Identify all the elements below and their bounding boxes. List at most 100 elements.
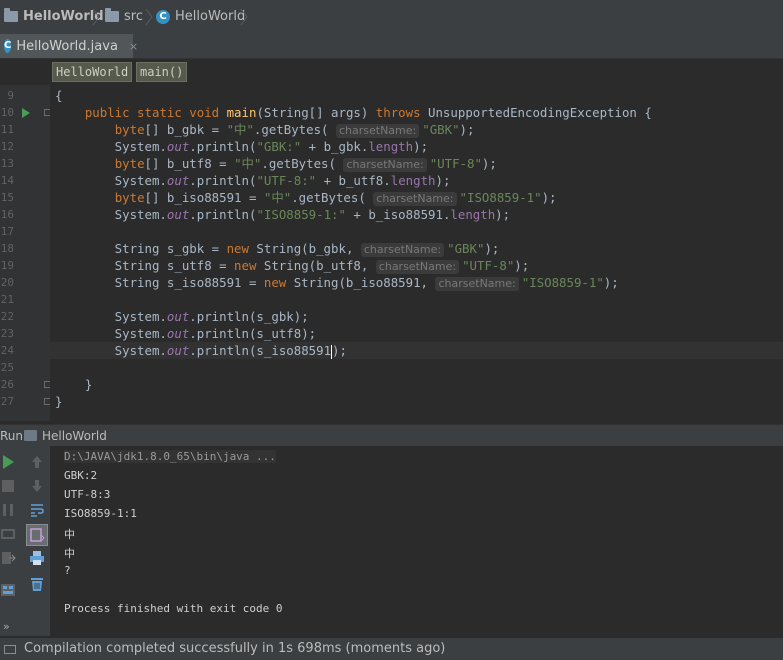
clear-all-icon[interactable] (29, 576, 45, 592)
code-line[interactable]: System.out.println(s_iso88591); (55, 342, 347, 359)
console-line: D:\JAVA\jdk1.8.0_65\bin\java ... (64, 450, 276, 463)
close-icon[interactable]: × (129, 40, 138, 53)
code-token: String s_utf8 = (55, 258, 235, 273)
folder-icon (4, 8, 18, 22)
scroll-to-end-button[interactable] (26, 524, 48, 546)
line-number: 14 (0, 174, 14, 187)
class-icon: C (4, 39, 12, 53)
code-token: "ISO8859-1:" (256, 207, 346, 222)
code-token: String s_iso88591 = (55, 275, 264, 290)
code-token: String(b_iso88591, (293, 275, 436, 290)
code-line[interactable]: { (55, 87, 62, 104)
code-token: byte (114, 122, 145, 137)
layout-icon[interactable] (0, 582, 16, 598)
code-line[interactable]: System.out.println(s_utf8); (55, 325, 316, 342)
stop-icon[interactable] (0, 478, 16, 494)
tab-helloworld-java[interactable]: C HelloWorld.java × (0, 34, 138, 58)
line-number: 21 (0, 293, 14, 306)
code-line[interactable]: System.out.println("ISO8859-1:" + b_iso8… (55, 206, 510, 223)
dump-threads-icon[interactable] (0, 526, 16, 542)
code-token: .println(s_gbk); (189, 309, 309, 324)
editor-gutter: 9 10 11 12 13 14 15 16 17 18 19 20 21 22 23 24 25 26 27 (0, 85, 51, 421)
code-token: out (166, 139, 190, 154)
code-line[interactable]: String s_iso88591 = new String(b_iso8859… (55, 274, 619, 291)
console-line: UTF-8:3 (64, 488, 111, 501)
code-token: ); (495, 207, 511, 222)
code-line[interactable]: String s_utf8 = new String(b_utf8, chars… (55, 257, 529, 274)
exit-icon[interactable] (0, 550, 16, 566)
code-token: ); (514, 258, 530, 273)
code-token: out (166, 173, 190, 188)
code-line[interactable]: System.out.println(s_gbk); (55, 308, 309, 325)
line-number: 10 (0, 106, 14, 119)
line-number: 27 (0, 395, 14, 408)
code-token: .println( (189, 207, 257, 222)
code-token: "UTF-8" (462, 258, 515, 273)
run-config-icon (24, 430, 37, 441)
chevron-right-icon (145, 8, 153, 26)
breadcrumb-label: src (124, 9, 143, 24)
editor-breadcrumbs: HelloWorld main() (0, 59, 783, 85)
print-icon[interactable] (29, 550, 45, 566)
line-number: 19 (0, 259, 14, 272)
breadcrumb-class[interactable]: C HelloWorld (156, 9, 245, 24)
code-line[interactable]: byte[] b_gbk = "中".getBytes( charsetName… (55, 121, 474, 138)
code-token: new (234, 258, 264, 273)
code-token: } (55, 377, 93, 392)
code-token: (String[] args) (256, 105, 376, 120)
code-token: new (226, 241, 257, 256)
breadcrumb-project[interactable]: HelloWorld (4, 8, 104, 24)
parameter-hint: charsetName: (343, 158, 427, 172)
editor-crumb-method[interactable]: main() (136, 62, 188, 82)
more-icon[interactable]: » (3, 620, 10, 633)
code-token: + b_utf8. (316, 173, 391, 188)
code-line[interactable]: public static void main(String[] args) t… (55, 104, 652, 121)
code-token: System. (55, 173, 167, 188)
line-number: 24 (0, 344, 14, 357)
code-editor[interactable]: { public static void main(String[] args)… (50, 85, 783, 421)
code-token: ); (435, 173, 451, 188)
code-line[interactable]: byte[] b_utf8 = "中".getBytes( charsetNam… (55, 155, 497, 172)
code-line[interactable]: } (55, 376, 92, 393)
run-tool-window-header: Run HelloWorld (0, 424, 783, 447)
up-arrow-icon[interactable] (29, 454, 45, 470)
run-tab-label[interactable]: Run (0, 429, 23, 443)
code-token: String s_gbk = (55, 241, 227, 256)
run-config-label[interactable]: HelloWorld (42, 429, 107, 443)
console-output[interactable]: D:\JAVA\jdk1.8.0_65\bin\java ... GBK:2 UTF… (50, 446, 783, 636)
code-line[interactable]: System.out.println("UTF-8:" + b_utf8.len… (55, 172, 451, 189)
line-number: 20 (0, 276, 14, 289)
rerun-icon[interactable] (0, 454, 16, 470)
code-token: out (166, 343, 190, 358)
code-token: "中" (226, 122, 254, 137)
run-toolbar: » (0, 446, 50, 636)
parameter-hint: charsetName: (360, 243, 445, 257)
code-line[interactable]: } (55, 393, 62, 410)
console-line: ? (64, 564, 71, 577)
code-line[interactable]: System.out.println("GBK:" + b_gbk.length… (55, 138, 428, 155)
code-token: out (166, 309, 190, 324)
run-gutter-icon[interactable] (22, 108, 30, 118)
tool-windows-icon[interactable] (4, 645, 16, 654)
code-token: [] b_utf8 = (144, 156, 235, 171)
line-number: 11 (0, 123, 14, 136)
code-token: length (368, 139, 414, 154)
breadcrumb-label: HelloWorld (175, 9, 246, 24)
status-bar: Compilation completed successfully in 1s… (0, 637, 783, 660)
code-token: "中" (263, 190, 292, 205)
code-token: ); (603, 275, 619, 290)
code-line[interactable]: String s_gbk = new String(b_gbk, charset… (55, 240, 499, 257)
soft-wrap-icon[interactable] (29, 502, 45, 518)
console-line: ISO8859-1:1 (64, 507, 137, 520)
console-line: Process finished with exit code 0 (64, 602, 283, 615)
breadcrumb-src[interactable]: src (105, 8, 143, 24)
pause-icon[interactable] (0, 502, 16, 518)
code-token: "ISO8859-1" (459, 190, 542, 205)
down-arrow-icon[interactable] (29, 478, 45, 494)
line-number: 15 (0, 191, 14, 204)
editor-crumb-class[interactable]: HelloWorld (52, 62, 133, 82)
code-line[interactable]: byte[] b_iso88591 = "中".getBytes( charse… (55, 189, 557, 206)
line-number: 9 (7, 89, 14, 102)
